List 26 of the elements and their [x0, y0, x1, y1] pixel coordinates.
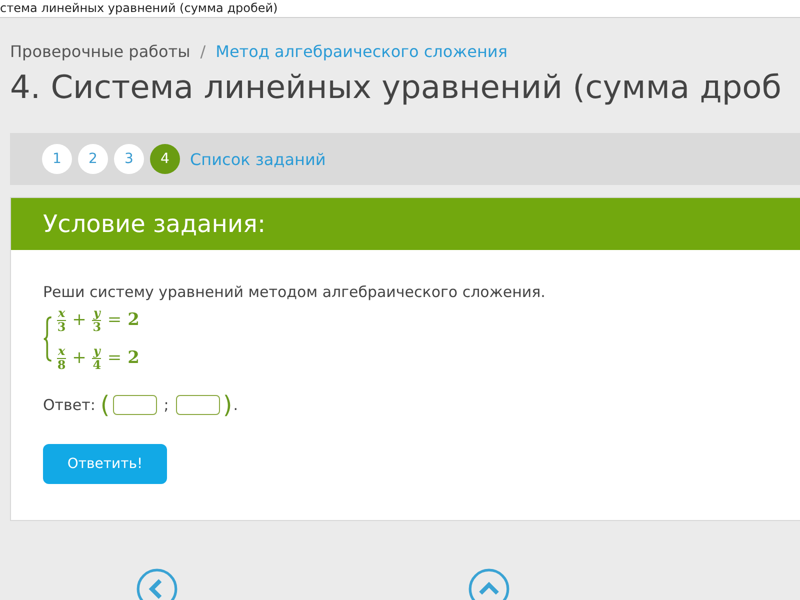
task-number-button[interactable]: 1 — [42, 144, 72, 174]
answer-field[interactable] — [112, 395, 157, 415]
open-parenthesis: ( — [100, 391, 110, 419]
page-title: 4. Система линейных уравнений (сумма дроб — [10, 67, 782, 108]
fraction: y 3 — [92, 306, 102, 334]
task-number-button[interactable]: 2 — [78, 144, 108, 174]
chevron-up-icon[interactable] — [468, 568, 510, 600]
semicolon: ; — [164, 396, 169, 414]
task-number-button[interactable]: 4 — [150, 144, 180, 174]
task-header: Условие задания: — [11, 198, 800, 250]
breadcrumb-separator: / — [200, 42, 206, 60]
period: . — [233, 396, 238, 414]
breadcrumb-link[interactable]: Метод алгебраического сложения — [216, 42, 508, 60]
answer-field[interactable] — [176, 395, 220, 415]
breadcrumb-item: Проверочные работы — [10, 42, 190, 60]
task-number-button[interactable]: 3 — [114, 144, 144, 174]
fraction: x 3 — [57, 306, 66, 334]
instruction-text: Реши систему уравнений методом алгебраического сложения. — [43, 282, 546, 302]
fraction: x 8 — [57, 344, 66, 372]
answer-label: Ответ: — [43, 396, 96, 414]
submit-button[interactable]: Ответить! — [43, 444, 167, 484]
close-parenthesis: ) — [222, 391, 232, 419]
fraction: y 4 — [92, 344, 102, 372]
window-title: стема линейных уравнений (сумма дробей) — [0, 0, 279, 16]
chevron-left-icon[interactable] — [136, 568, 178, 600]
task-list-link[interactable]: Список заданий — [190, 150, 326, 168]
